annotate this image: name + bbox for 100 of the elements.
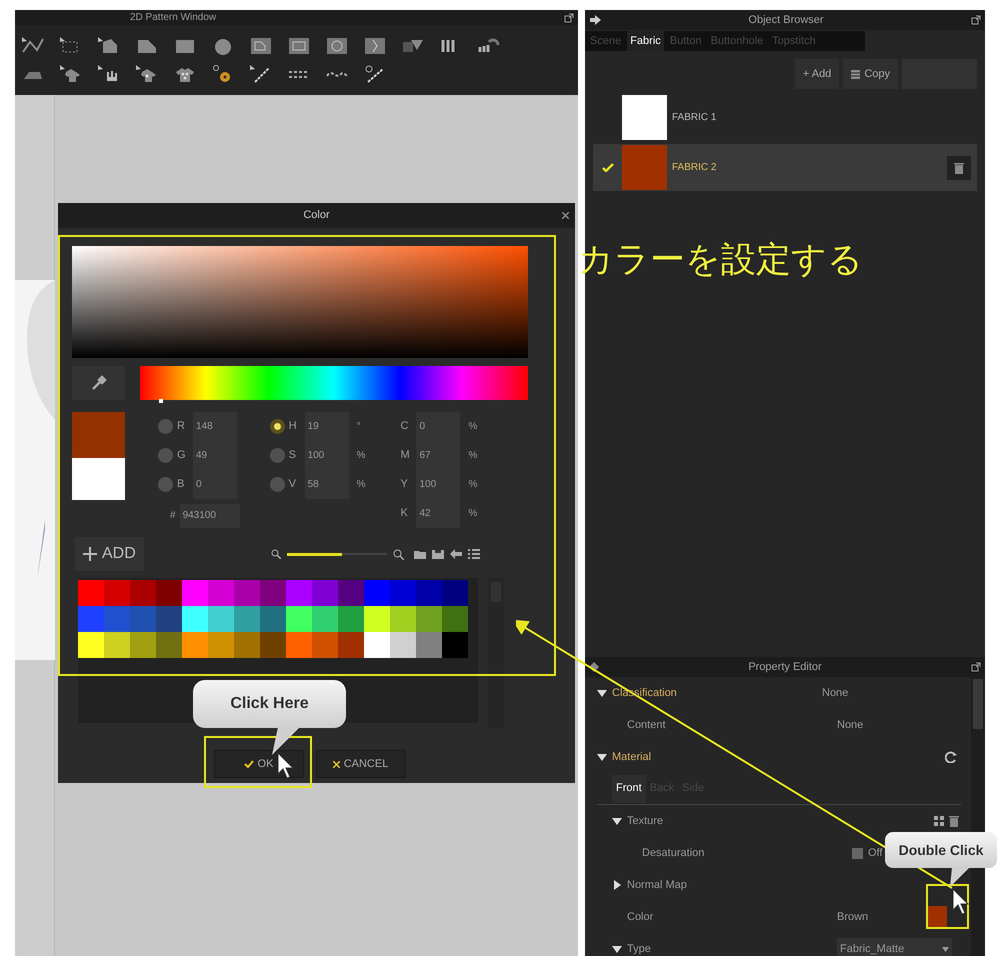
expanded-arrow-icon[interactable] — [612, 944, 622, 954]
delete-button[interactable] — [947, 156, 971, 180]
hex-field[interactable]: 943100 — [180, 504, 240, 528]
color-swatch[interactable] — [156, 580, 182, 606]
color-swatch[interactable] — [130, 580, 156, 606]
color-swatch[interactable] — [364, 606, 390, 632]
color-swatch[interactable] — [130, 632, 156, 658]
color-swatch[interactable] — [104, 580, 130, 606]
folder-icon[interactable] — [414, 549, 426, 559]
fabric-row[interactable]: FABRIC 2 — [593, 144, 977, 191]
expanded-arrow-icon[interactable] — [597, 688, 607, 698]
value-field[interactable]: 0 — [416, 412, 460, 441]
hue-marker[interactable] — [159, 399, 164, 403]
color-swatch[interactable] — [286, 606, 312, 632]
checkbox[interactable] — [852, 848, 863, 858]
zoom-slider-fill[interactable] — [286, 552, 342, 556]
save-icon[interactable] — [432, 549, 444, 559]
color-swatch[interactable] — [182, 580, 208, 606]
color-swatch[interactable] — [104, 606, 130, 632]
color-swatch[interactable] — [234, 580, 260, 606]
color-swatch[interactable] — [390, 580, 416, 606]
float-window-icon[interactable] — [971, 662, 981, 672]
color-swatch[interactable] — [208, 606, 234, 632]
add-button[interactable]: ADD — [75, 537, 144, 571]
hue-slider[interactable] — [140, 366, 528, 400]
color-swatch[interactable] — [338, 606, 364, 632]
radio-button[interactable] — [158, 419, 173, 434]
zoom-out-icon[interactable] — [270, 549, 281, 559]
radio-button[interactable] — [158, 477, 173, 492]
internal-rectangle-icon[interactable] — [287, 36, 311, 56]
color-swatch[interactable] — [338, 580, 364, 606]
dart-icon[interactable] — [363, 36, 387, 56]
color-swatch[interactable] — [312, 606, 338, 632]
color-swatch[interactable] — [338, 632, 364, 658]
value-field[interactable]: 67 — [416, 441, 460, 470]
value-field[interactable]: 148 — [193, 412, 237, 441]
expanded-arrow-icon[interactable] — [612, 816, 622, 826]
color-swatch[interactable] — [390, 606, 416, 632]
color-swatch[interactable] — [390, 632, 416, 658]
color-swatch[interactable] — [927, 906, 947, 928]
color-swatch[interactable] — [286, 580, 312, 606]
type-dropdown[interactable]: Fabric_Matte — [837, 938, 952, 956]
scrollbar-thumb[interactable] — [973, 679, 983, 729]
cancel-button[interactable]: CANCEL — [316, 750, 406, 778]
color-swatch[interactable] — [312, 580, 338, 606]
grid-icon[interactable] — [933, 815, 945, 827]
color-swatch[interactable] — [156, 606, 182, 632]
expanded-arrow-icon[interactable] — [597, 752, 607, 762]
internal-polygon-icon[interactable] — [249, 36, 273, 56]
color-swatch[interactable] — [104, 632, 130, 658]
close-icon[interactable] — [562, 212, 569, 219]
color-swatch[interactable] — [156, 632, 182, 658]
refresh-icon[interactable] — [945, 751, 957, 763]
color-swatch[interactable] — [416, 580, 442, 606]
list-icon[interactable] — [468, 548, 480, 560]
color-swatch[interactable] — [442, 606, 468, 632]
collapsed-arrow-icon[interactable] — [612, 880, 622, 890]
zoom-in-icon[interactable] — [392, 548, 404, 560]
tab[interactable]: Front — [612, 774, 646, 802]
float-window-icon[interactable] — [564, 12, 574, 22]
color-swatch[interactable] — [234, 632, 260, 658]
color-swatch[interactable] — [260, 632, 286, 658]
radio-button[interactable] — [158, 448, 173, 463]
value-field[interactable]: 100 — [304, 441, 349, 470]
toolbar-button[interactable]: Copy — [843, 59, 898, 89]
color-swatch[interactable] — [286, 632, 312, 658]
value-field[interactable]: 49 — [193, 441, 237, 470]
fabric-row[interactable]: FABRIC 1 — [593, 94, 977, 141]
ok-button[interactable]: OK — [214, 750, 304, 778]
color-swatch[interactable] — [260, 606, 286, 632]
color-swatch[interactable] — [442, 632, 468, 658]
color-swatch[interactable] — [234, 606, 260, 632]
radio-button[interactable] — [270, 448, 285, 463]
color-swatch[interactable] — [78, 580, 104, 606]
back-arrow-icon[interactable] — [450, 549, 462, 559]
value-field[interactable]: 0 — [193, 470, 237, 499]
color-swatch[interactable] — [442, 580, 468, 606]
value-field[interactable]: 58 — [304, 470, 349, 499]
radio-button[interactable] — [270, 477, 285, 492]
color-swatch[interactable] — [364, 580, 390, 606]
radio-button[interactable] — [270, 419, 285, 434]
saturation-value-field[interactable] — [72, 246, 528, 358]
color-swatch[interactable] — [78, 632, 104, 658]
color-swatch[interactable] — [312, 632, 338, 658]
trash-icon[interactable] — [949, 815, 959, 827]
color-swatch[interactable] — [416, 632, 442, 658]
color-swatch[interactable] — [260, 580, 286, 606]
color-swatch[interactable] — [364, 632, 390, 658]
value-field[interactable]: 100 — [416, 470, 460, 499]
color-swatch[interactable] — [78, 606, 104, 632]
color-swatch[interactable] — [208, 632, 234, 658]
color-swatch[interactable] — [130, 606, 156, 632]
color-swatch[interactable] — [182, 606, 208, 632]
color-swatch[interactable] — [416, 606, 442, 632]
color-swatch[interactable] — [208, 580, 234, 606]
value-field[interactable]: 42 — [416, 499, 460, 528]
float-window-icon[interactable] — [970, 15, 981, 25]
eyedropper-button[interactable] — [72, 366, 125, 400]
dock-arrow-icon[interactable] — [589, 15, 601, 25]
toolbar-button[interactable]: + Add — [794, 59, 840, 89]
